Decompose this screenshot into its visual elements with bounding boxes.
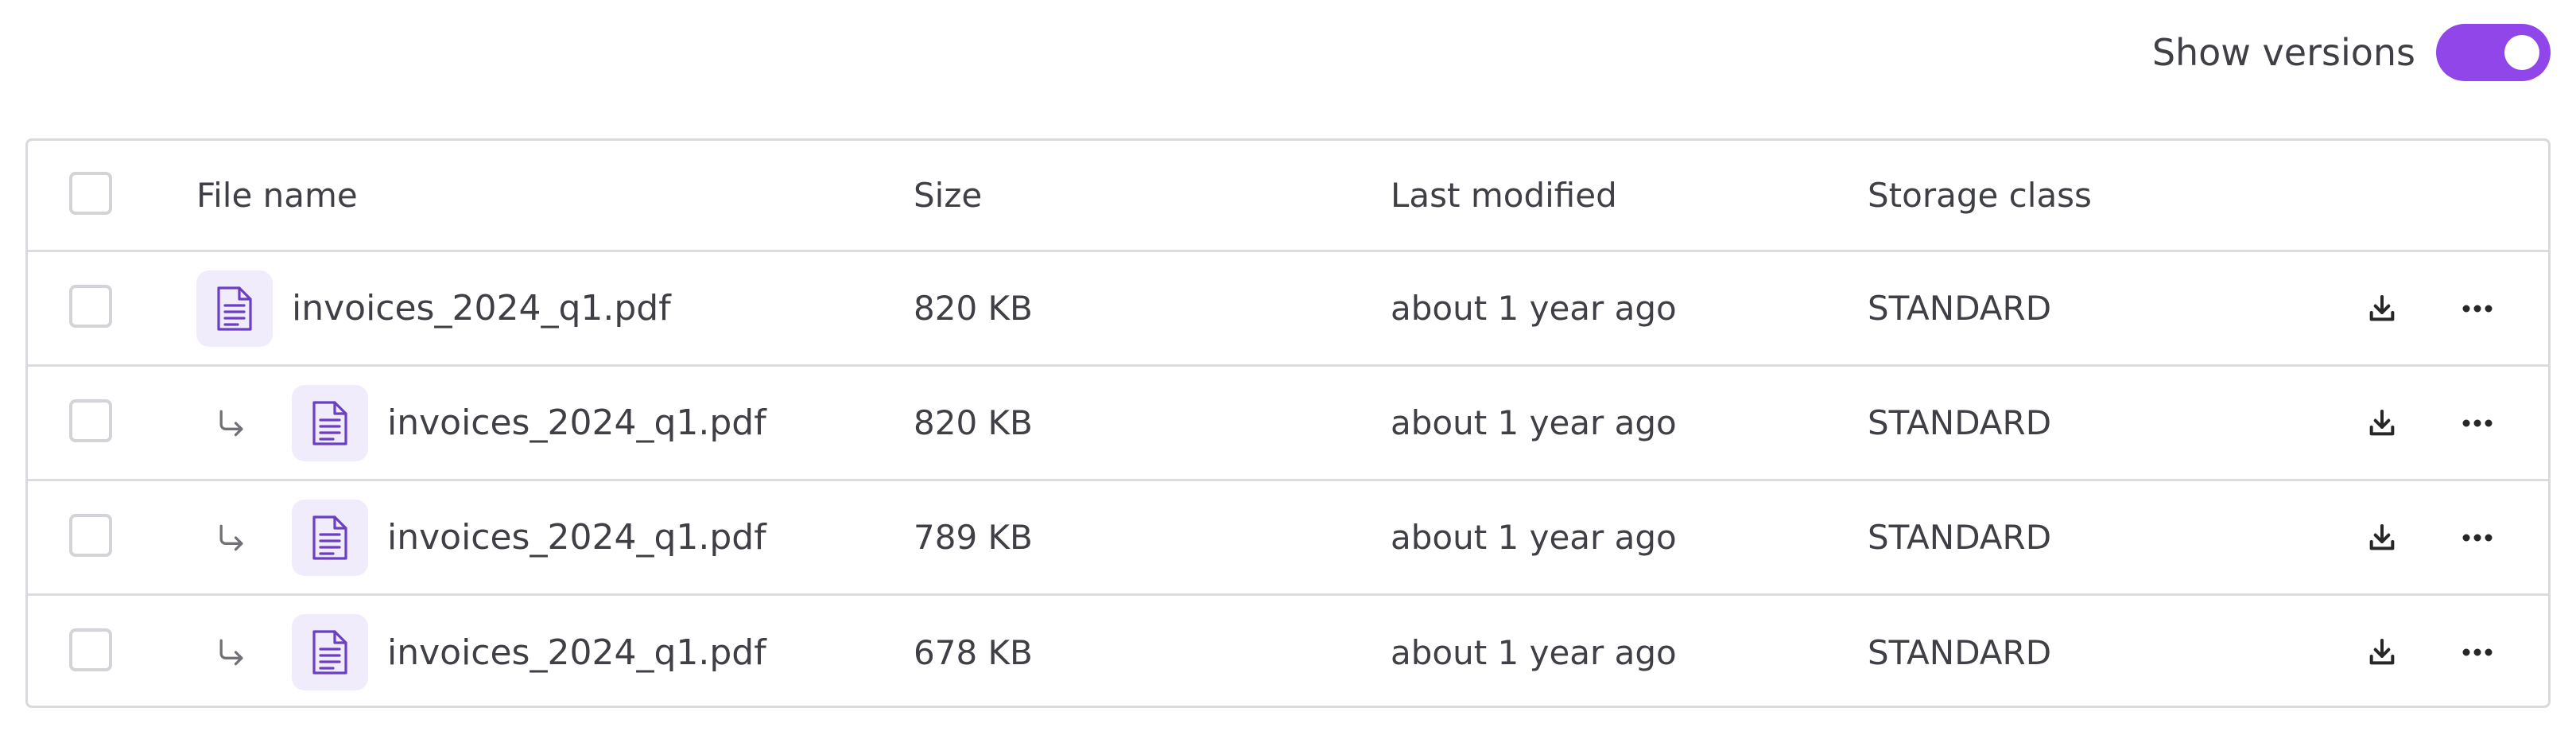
file-size: 678 KB [914, 632, 1033, 672]
file-storage-class: STANDARD [1868, 403, 2052, 442]
column-header-size[interactable]: Size [914, 141, 982, 250]
file-name-cell: invoices_2024_q1.pdf [196, 596, 766, 706]
row-checkbox[interactable] [69, 284, 112, 328]
file-name-cell: invoices_2024_q1.pdf [196, 252, 671, 364]
row-checkbox[interactable] [69, 513, 112, 557]
table-row[interactable]: invoices_2024_q1.pdf 678 KB about 1 year… [28, 596, 2548, 706]
file-text-icon [292, 614, 368, 690]
file-storage-class: STANDARD [1868, 632, 2052, 672]
table-header: File name Size Last modified Storage cla… [28, 141, 2548, 252]
select-all-checkbox[interactable] [69, 171, 112, 215]
more-horizontal-icon[interactable] [2452, 398, 2503, 449]
corner-down-right-icon [208, 520, 255, 555]
toggle-knob [2504, 35, 2539, 70]
file-name[interactable]: invoices_2024_q1.pdf [387, 402, 766, 443]
download-icon[interactable] [2357, 512, 2407, 563]
file-text-icon [292, 499, 368, 576]
row-checkbox[interactable] [69, 399, 112, 442]
column-header-last-modified[interactable]: Last modified [1391, 141, 1617, 250]
file-size: 789 KB [914, 518, 1033, 557]
show-versions-label: Show versions [2151, 31, 2415, 74]
table-row[interactable]: invoices_2024_q1.pdf 820 KB about 1 year… [28, 252, 2548, 367]
file-name[interactable]: invoices_2024_q1.pdf [387, 517, 766, 558]
file-text-icon [292, 384, 368, 461]
download-icon[interactable] [2357, 398, 2407, 449]
column-header-file-name[interactable]: File name [196, 141, 358, 250]
file-name[interactable]: invoices_2024_q1.pdf [292, 288, 671, 329]
show-versions-toggle[interactable] [2436, 24, 2551, 81]
file-size: 820 KB [914, 289, 1033, 328]
more-horizontal-icon[interactable] [2452, 512, 2503, 563]
file-text-icon [196, 270, 273, 347]
file-browser: Show versions File name Size Last modifi… [0, 0, 2576, 735]
corner-down-right-icon [208, 635, 255, 670]
file-name-cell: invoices_2024_q1.pdf [196, 367, 766, 479]
corner-down-right-icon [208, 406, 255, 441]
column-header-storage-class[interactable]: Storage class [1868, 141, 2092, 250]
file-last-modified: about 1 year ago [1391, 289, 1677, 328]
file-storage-class: STANDARD [1868, 289, 2052, 328]
file-last-modified: about 1 year ago [1391, 403, 1677, 442]
row-checkbox[interactable] [69, 628, 112, 671]
download-icon[interactable] [2357, 283, 2407, 334]
file-last-modified: about 1 year ago [1391, 632, 1677, 672]
file-size: 820 KB [914, 403, 1033, 442]
table-row[interactable]: invoices_2024_q1.pdf 789 KB about 1 year… [28, 481, 2548, 596]
files-table: File name Size Last modified Storage cla… [25, 138, 2551, 708]
file-name[interactable]: invoices_2024_q1.pdf [387, 632, 766, 673]
show-versions-control: Show versions [2152, 22, 2551, 83]
more-horizontal-icon[interactable] [2452, 627, 2503, 678]
file-storage-class: STANDARD [1868, 518, 2052, 557]
table-row[interactable]: invoices_2024_q1.pdf 820 KB about 1 year… [28, 367, 2548, 481]
download-icon[interactable] [2357, 627, 2407, 678]
file-name-cell: invoices_2024_q1.pdf [196, 481, 766, 593]
more-horizontal-icon[interactable] [2452, 283, 2503, 334]
file-last-modified: about 1 year ago [1391, 518, 1677, 557]
